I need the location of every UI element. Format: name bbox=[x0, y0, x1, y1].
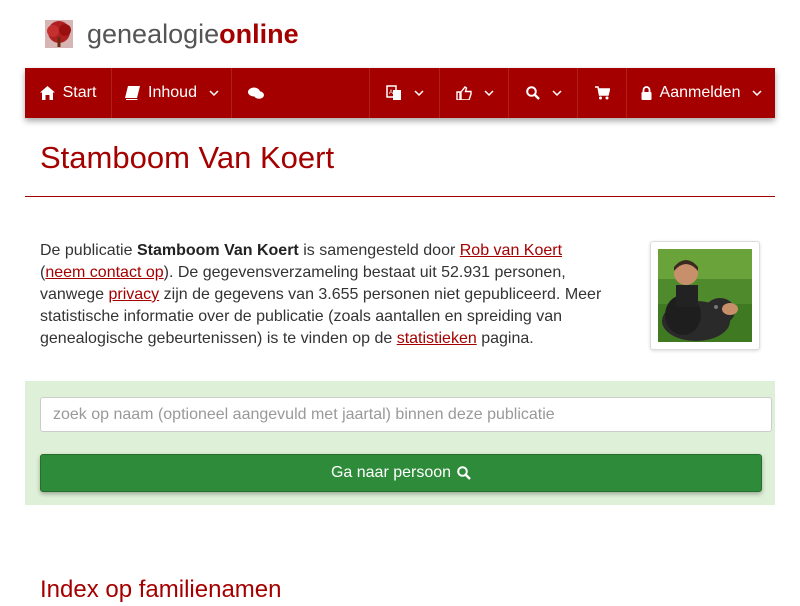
cart-icon bbox=[595, 86, 610, 100]
thumbs-up-icon bbox=[455, 86, 472, 100]
intro-text-6: pagina. bbox=[476, 330, 534, 347]
intro-text-1: De publicatie bbox=[40, 242, 137, 259]
logo-main-text: genealogie bbox=[87, 19, 220, 49]
nav-cart[interactable] bbox=[577, 68, 627, 118]
main-navbar: Start Inhoud A Aanmelden bbox=[25, 68, 775, 118]
search-icon bbox=[525, 86, 540, 100]
nav-search[interactable] bbox=[508, 68, 578, 118]
chevron-down-icon bbox=[209, 90, 219, 97]
chevron-down-icon bbox=[414, 90, 424, 97]
translate-icon: A bbox=[386, 85, 401, 100]
tree-logo-icon bbox=[45, 20, 73, 48]
nav-start-label: Start bbox=[62, 84, 97, 101]
person-search-panel: Ga naar persoon bbox=[25, 381, 775, 505]
chat-icon bbox=[248, 87, 264, 99]
person-search-input[interactable] bbox=[40, 397, 772, 432]
nav-login-label: Aanmelden bbox=[659, 84, 741, 101]
nav-login[interactable]: Aanmelden bbox=[626, 68, 776, 118]
svg-text:A: A bbox=[389, 90, 393, 96]
surname-index-title: Index op familienamen bbox=[40, 576, 282, 603]
go-to-person-button[interactable]: Ga naar persoon bbox=[40, 454, 762, 492]
chevron-down-icon bbox=[752, 90, 762, 97]
book-icon bbox=[125, 86, 141, 100]
nav-forum[interactable] bbox=[231, 68, 280, 118]
privacy-link[interactable]: privacy bbox=[109, 286, 160, 303]
page-title: Stamboom Van Koert bbox=[40, 140, 335, 175]
publication-intro: De publicatie Stamboom Van Koert is same… bbox=[40, 240, 625, 350]
nav-language[interactable]: A bbox=[369, 68, 440, 118]
chevron-down-icon bbox=[483, 90, 494, 97]
chevron-down-icon bbox=[551, 90, 562, 97]
publication-name: Stamboom Van Koert bbox=[136, 242, 299, 259]
lock-icon bbox=[641, 86, 652, 100]
author-photo bbox=[658, 249, 752, 342]
search-icon bbox=[457, 466, 471, 480]
nav-inhoud[interactable]: Inhoud bbox=[111, 68, 232, 118]
go-to-person-label: Ga naar persoon bbox=[330, 464, 452, 481]
logo-accent-text: online bbox=[219, 19, 299, 49]
logo-text: genealogieonline bbox=[87, 19, 299, 49]
home-icon bbox=[39, 86, 55, 100]
intro-text-2: is samengesteld door bbox=[298, 242, 460, 259]
author-link[interactable]: Rob van Koert bbox=[460, 242, 562, 259]
author-photo-frame[interactable] bbox=[650, 241, 760, 350]
site-logo[interactable]: genealogieonline bbox=[45, 19, 299, 49]
nav-start[interactable]: Start bbox=[25, 68, 111, 118]
contact-link[interactable]: neem contact op bbox=[45, 264, 163, 281]
nav-share[interactable] bbox=[439, 68, 509, 118]
nav-inhoud-label: Inhoud bbox=[148, 84, 197, 101]
statistics-link[interactable]: statistieken bbox=[397, 330, 477, 347]
title-divider bbox=[25, 196, 775, 197]
